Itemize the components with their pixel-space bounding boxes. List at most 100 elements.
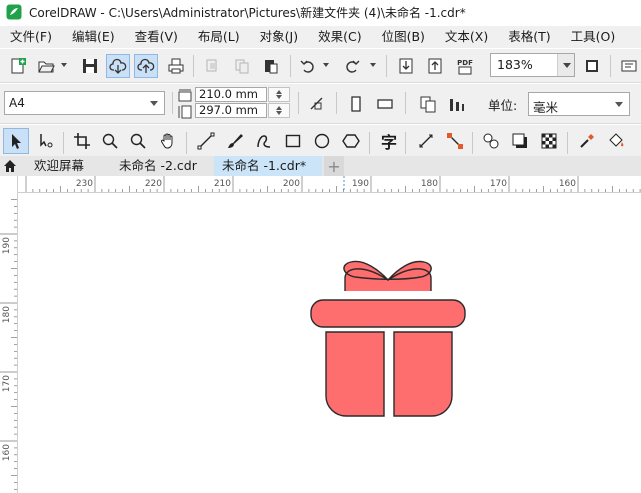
ruler-label: 160 [2, 444, 12, 461]
tab-untitled-2[interactable]: 未命名 -2.cdr [111, 156, 205, 176]
page-height-icon [178, 105, 192, 119]
interactive-fill-icon[interactable] [603, 128, 629, 154]
drop-shadow-icon[interactable] [507, 128, 533, 154]
menu-bitmaps[interactable]: 位图(B) [372, 26, 435, 48]
cloud-upload-icon[interactable] [134, 54, 158, 78]
page-height-spinner[interactable] [268, 103, 290, 118]
ruler-label: 230 [76, 179, 93, 189]
menu-table[interactable]: 表格(T) [498, 26, 560, 48]
freehand-tool-icon[interactable] [193, 128, 219, 154]
ruler-label: 180 [421, 179, 438, 189]
menu-view[interactable]: 查看(V) [125, 26, 188, 48]
rectangle-tool-icon[interactable] [280, 128, 306, 154]
page-width-icon [178, 89, 192, 102]
tab-untitled-1[interactable]: 未命名 -1.cdr* [214, 156, 322, 176]
toolbox: 字 [0, 125, 641, 157]
save-icon[interactable] [78, 54, 102, 78]
horizontal-ruler[interactable]: 230 220 210 200 190 180 170 160 [18, 176, 641, 193]
copy-icon [230, 54, 254, 78]
window-title: CorelDRAW - C:\Users\Administrator\Pictu… [29, 5, 466, 20]
publish-pdf-icon[interactable]: PDF [453, 54, 477, 78]
menu-text[interactable]: 文本(X) [435, 26, 498, 48]
gift-box-left[interactable] [325, 331, 385, 417]
gift-lid[interactable] [310, 299, 466, 328]
page-width-field[interactable]: 210.0 mm [195, 87, 267, 102]
dimension-tool-icon[interactable] [413, 128, 439, 154]
menu-bar: 文件(F) 编辑(E) 查看(V) 布局(L) 对象(J) 效果(C) 位图(B… [0, 26, 641, 48]
ruler-label: 200 [283, 179, 300, 189]
menu-layout[interactable]: 布局(L) [188, 26, 250, 48]
new-document-icon[interactable] [6, 54, 30, 78]
zoom-tool-icon[interactable] [97, 128, 123, 154]
units-value: 毫米 [533, 100, 559, 115]
add-tab-icon[interactable]: + [324, 156, 344, 176]
zoom-level-value: 183% [497, 57, 533, 72]
cut-icon [200, 54, 224, 78]
menu-effects[interactable]: 效果(C) [308, 26, 371, 48]
undo-dropdown-icon[interactable] [323, 63, 329, 67]
vertical-ruler[interactable]: 190 180 170 160 [0, 176, 18, 493]
gift-drawing[interactable] [19, 194, 641, 493]
gift-bow[interactable] [343, 260, 432, 291]
full-screen-preview-icon[interactable] [580, 54, 604, 78]
paste-icon[interactable] [259, 54, 283, 78]
artistic-media-icon[interactable] [222, 128, 248, 154]
blend-tool-icon[interactable] [478, 128, 504, 154]
export-icon[interactable] [423, 54, 447, 78]
pdf-label: PDF [457, 59, 473, 67]
snap-to-icon[interactable] [617, 54, 641, 78]
paper-type-icon[interactable] [305, 92, 329, 116]
print-icon[interactable] [164, 54, 188, 78]
units-dropdown-icon[interactable] [615, 102, 623, 107]
zoom-level-select[interactable]: 183% [490, 53, 575, 77]
units-select[interactable]: 毫米 [528, 92, 630, 116]
all-pages-icon[interactable] [416, 92, 440, 116]
open-folder-icon[interactable] [34, 54, 58, 78]
portrait-icon[interactable] [344, 92, 368, 116]
ellipse-tool-icon[interactable] [309, 128, 335, 154]
coreldraw-logo-icon [6, 4, 22, 20]
connector-tool-icon[interactable] [442, 128, 468, 154]
units-label: 单位: [488, 98, 518, 113]
document-tab-bar: 欢迎屏幕 未命名 -2.cdr 未命名 -1.cdr* + [0, 156, 641, 176]
menu-tools[interactable]: 工具(O) [561, 26, 626, 48]
page-size-select[interactable]: A4 [4, 91, 165, 115]
ruler-label: 180 [2, 306, 12, 323]
shape-tool-icon[interactable] [33, 128, 59, 154]
page-height-field[interactable]: 297.0 mm [195, 103, 267, 118]
pan-zoom-icon[interactable] [125, 128, 151, 154]
ruler-label: 160 [559, 179, 576, 189]
gift-box-right[interactable] [393, 331, 453, 417]
current-page-icon[interactable] [445, 92, 469, 116]
tab-welcome-screen[interactable]: 欢迎屏幕 [26, 156, 92, 176]
menu-edit[interactable]: 编辑(E) [62, 26, 125, 48]
pick-tool-icon[interactable] [3, 128, 29, 154]
undo-icon[interactable] [296, 54, 320, 78]
polygon-tool-icon[interactable] [338, 128, 364, 154]
page-size-value: A4 [9, 96, 25, 110]
ruler-label: 220 [145, 179, 162, 189]
title-bar: CorelDRAW - C:\Users\Administrator\Pictu… [0, 0, 641, 24]
zoom-dropdown-icon[interactable] [557, 54, 574, 76]
drawing-canvas[interactable] [19, 194, 641, 493]
smart-drawing-icon[interactable] [251, 128, 277, 154]
crop-tool-icon[interactable] [69, 128, 95, 154]
ruler-label: 170 [490, 179, 507, 189]
menu-file[interactable]: 文件(F) [0, 26, 62, 48]
redo-dropdown-icon[interactable] [370, 63, 376, 67]
page-size-dropdown-icon[interactable] [150, 101, 158, 106]
text-tool-icon[interactable]: 字 [376, 128, 402, 154]
redo-icon[interactable] [340, 54, 364, 78]
open-dropdown-icon[interactable] [61, 63, 67, 67]
transparency-tool-icon[interactable] [536, 128, 562, 154]
pan-hand-icon[interactable] [155, 128, 181, 154]
eyedropper-icon[interactable] [574, 128, 600, 154]
page-width-spinner[interactable] [268, 87, 290, 102]
cloud-download-icon[interactable] [106, 54, 130, 78]
ruler-label: 210 [214, 179, 231, 189]
text-tool-glyph: 字 [380, 133, 397, 152]
menu-object[interactable]: 对象(J) [250, 26, 308, 48]
home-icon[interactable] [0, 156, 20, 176]
import-icon[interactable] [394, 54, 418, 78]
landscape-icon[interactable] [373, 92, 397, 116]
